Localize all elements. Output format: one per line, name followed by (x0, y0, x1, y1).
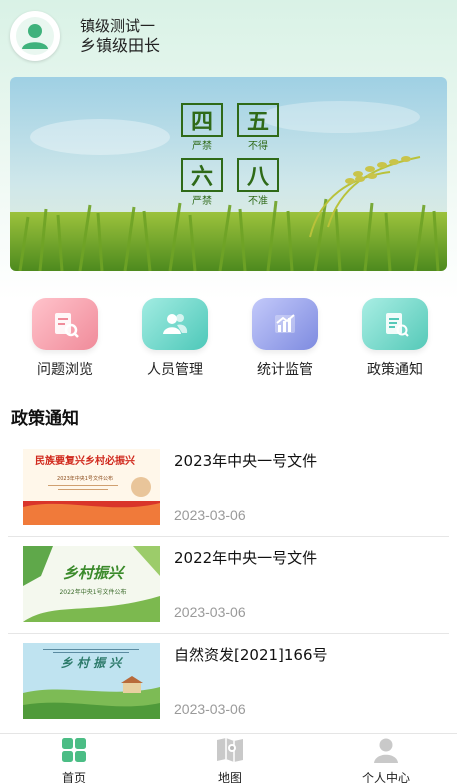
news-date: 2023-03-06 (174, 701, 246, 717)
news-title: 2022年中央一号文件 (174, 549, 318, 567)
news-title: 自然资发[2021]166号 (174, 646, 328, 664)
thumb-headline: 乡 村 振 兴 (61, 656, 124, 670)
user-header: 镇级测试一 乡镇级田长 (10, 11, 161, 61)
quick-action-label: 政策通知 (367, 362, 423, 378)
user-role: 乡镇级田长 (80, 36, 161, 55)
map-icon (190, 737, 270, 767)
person-avatar-icon[interactable] (10, 11, 60, 61)
notice-doc-icon (362, 298, 428, 350)
user-name: 镇级测试一 (80, 17, 156, 35)
news-title: 2023年中央一号文件 (174, 452, 318, 470)
thumb-subline: 2023年中央1号文件公布 (57, 475, 113, 482)
section-title-policy: 政策通知 (11, 409, 79, 429)
list-item[interactable]: 民族要复兴乡村必振兴 2023年中央1号文件公布 2023年中央一号文件 202… (8, 440, 449, 537)
slogan-char-1: 四 (191, 110, 213, 135)
thumb-headline: 乡村振兴 (63, 564, 126, 582)
thumb-subline: 2022年中央1号文件公布 (59, 588, 126, 596)
nav-item-profile[interactable]: 个人中心 (346, 737, 426, 783)
quick-action-label: 统计监管 (257, 362, 313, 378)
news-date: 2023-03-06 (174, 507, 246, 523)
home-grid-icon (34, 737, 114, 767)
user-icon (346, 737, 426, 767)
nav-item-home[interactable]: 首页 (34, 737, 114, 783)
news-thumbnail: 乡 村 振 兴 (23, 643, 160, 719)
slogan-sub-1: 严禁 (192, 140, 212, 152)
quick-action-statistics[interactable]: 统计监管 (240, 298, 330, 379)
list-item[interactable]: 乡村振兴 2022年中央1号文件公布 2022年中央一号文件 2023-03-0… (8, 537, 449, 634)
slogan-char-3: 六 (191, 165, 213, 190)
quick-action-policy[interactable]: 政策通知 (350, 298, 440, 379)
slogan-sub-3: 严禁 (192, 195, 212, 207)
thumb-headline: 民族要复兴乡村必振兴 (35, 454, 135, 467)
document-search-icon (32, 298, 98, 350)
quick-action-label: 人员管理 (147, 362, 203, 378)
list-item[interactable]: 乡 村 振 兴 自然资发[2021]166号 2023-03-06 (8, 634, 449, 731)
bottom-nav: 首页 地图 个人中心 (0, 733, 457, 783)
quick-action-label: 问题浏览 (37, 362, 93, 378)
slogan-sub-2: 不得 (248, 140, 268, 152)
nav-label: 首页 (61, 771, 86, 783)
quick-actions: 问题浏览 人员管理 统计监管 政策通知 (0, 298, 457, 380)
nav-label: 地图 (217, 771, 242, 783)
news-thumbnail: 民族要复兴乡村必振兴 2023年中央1号文件公布 (23, 449, 160, 525)
slogan-char-4: 八 (247, 165, 270, 190)
banner-image[interactable]: 四 严禁 五 不得 六 严禁 八 不准 (10, 77, 447, 271)
nav-item-map[interactable]: 地图 (190, 737, 270, 783)
slogan-char-2: 五 (247, 110, 269, 135)
slogan-sub-4: 不准 (248, 195, 268, 207)
nav-label: 个人中心 (361, 771, 410, 783)
news-date: 2023-03-06 (174, 604, 246, 620)
quick-action-personnel[interactable]: 人员管理 (130, 298, 220, 379)
people-icon (142, 298, 208, 350)
news-thumbnail: 乡村振兴 2022年中央1号文件公布 (23, 546, 160, 622)
bar-chart-icon (252, 298, 318, 350)
quick-action-problem-browse[interactable]: 问题浏览 (20, 298, 110, 379)
policy-list: 民族要复兴乡村必振兴 2023年中央1号文件公布 2023年中央一号文件 202… (0, 440, 457, 731)
